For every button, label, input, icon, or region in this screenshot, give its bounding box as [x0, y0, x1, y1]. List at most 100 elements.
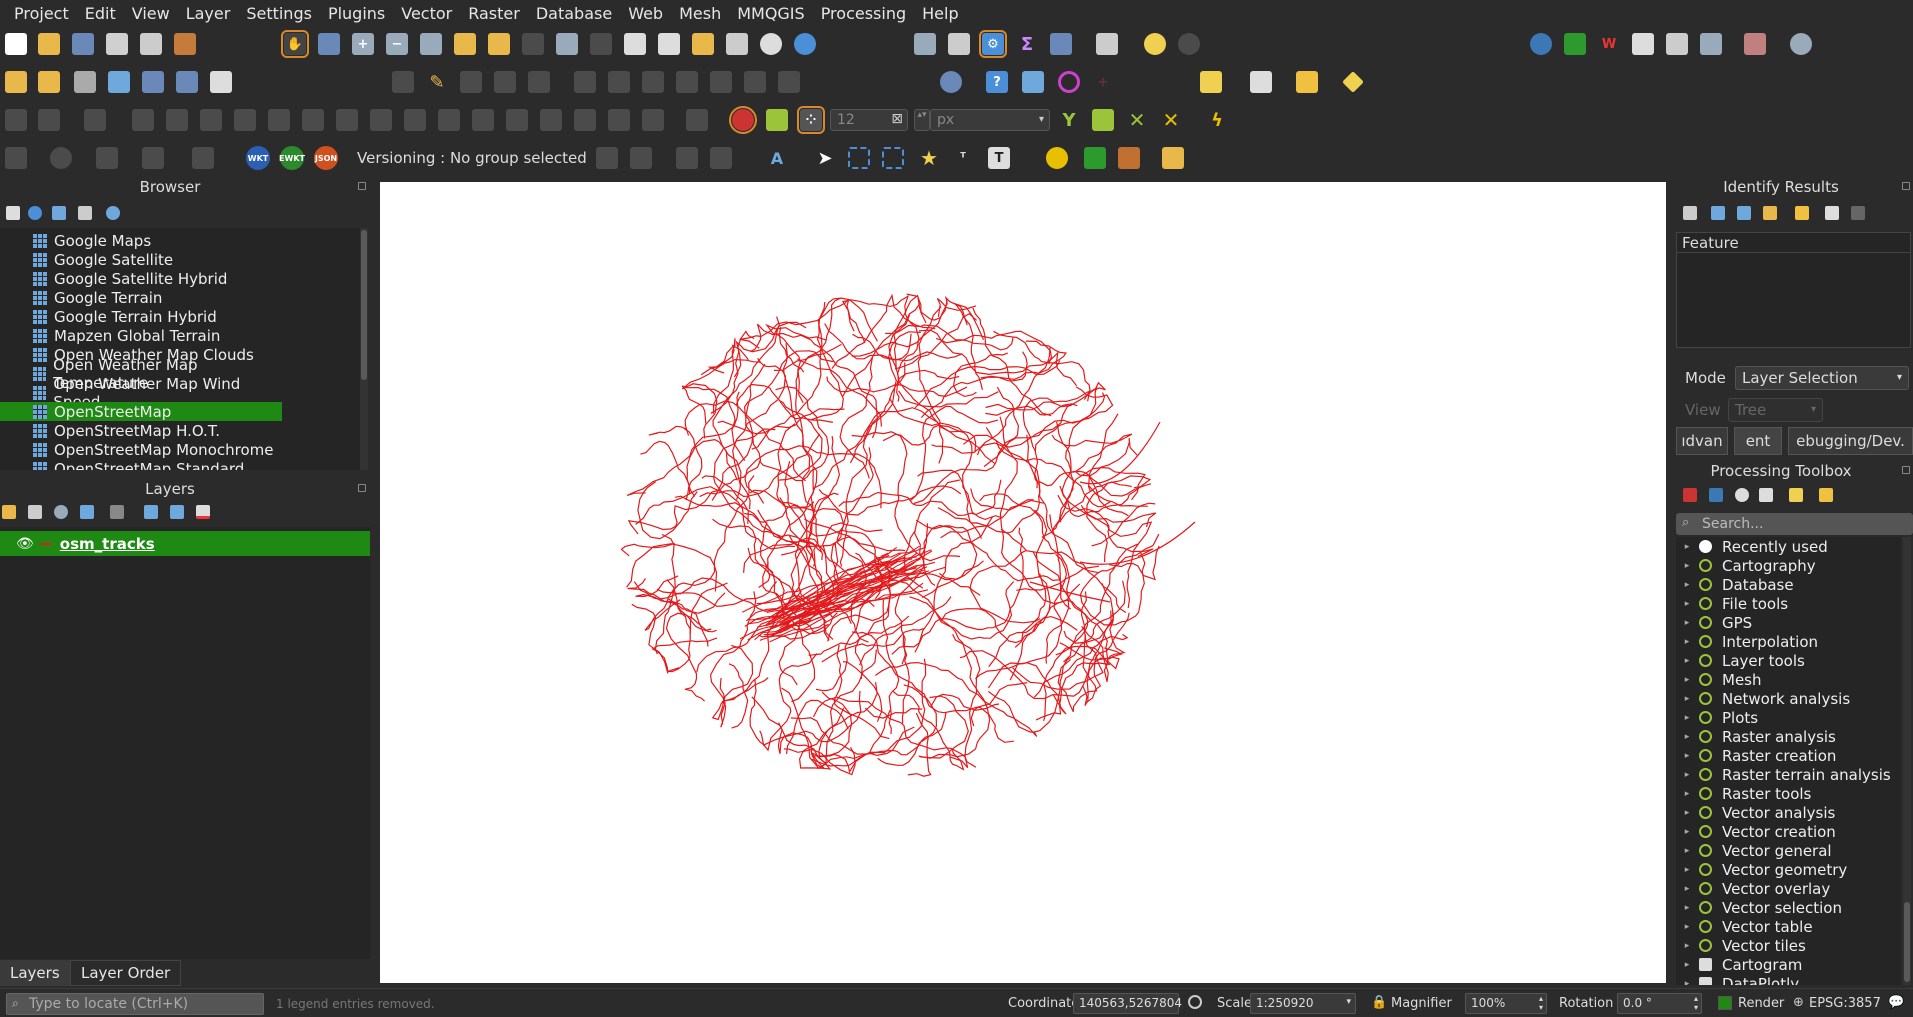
locator-search-input[interactable]: Type to locate (Ctrl+K)	[6, 993, 264, 1015]
expand-all-icon[interactable]	[144, 505, 158, 519]
reverse-line-icon[interactable]	[686, 109, 708, 131]
identify-features-icon[interactable]	[914, 33, 936, 55]
new-3d-map-icon[interactable]	[658, 33, 680, 55]
offset-point-icon[interactable]	[642, 109, 664, 131]
browser-item[interactable]: Google Terrain	[0, 288, 282, 307]
delete-selected-icon[interactable]	[608, 71, 630, 93]
toolbox-item[interactable]: ▸ Cartography	[1676, 556, 1901, 575]
browser-item[interactable]: Mapzen Global Terrain	[0, 326, 282, 345]
expand-arrow-icon[interactable]: ▸	[1679, 884, 1695, 894]
expand-arrow-icon[interactable]: ▸	[1679, 713, 1695, 723]
plugin-raster-icon[interactable]	[1744, 33, 1766, 55]
expand-arrow-icon[interactable]: ▸	[1679, 656, 1695, 666]
print-result-icon[interactable]	[1851, 206, 1865, 220]
select-diagrams-icon[interactable]	[882, 147, 904, 169]
add-mesh-layer-icon[interactable]	[176, 71, 198, 93]
new-map-view-icon[interactable]	[624, 33, 646, 55]
menu-layer[interactable]: Layer	[178, 4, 239, 23]
attribute-table-icon[interactable]	[1050, 33, 1072, 55]
menu-edit[interactable]: Edit	[77, 4, 124, 23]
expand-arrow-icon[interactable]: ▸	[1679, 599, 1695, 609]
deselect-all-icon[interactable]	[1296, 71, 1318, 93]
toolbox-item[interactable]: ▸ Vector table	[1676, 917, 1901, 936]
expand-arrow-icon[interactable]: ▸	[1679, 865, 1695, 875]
magnifier-spinbox[interactable]: 100% ▴ ▾	[1465, 993, 1547, 1014]
simplify-icon[interactable]	[200, 109, 222, 131]
new-layer-icon[interactable]	[38, 71, 60, 93]
add-polygon-icon[interactable]	[84, 109, 106, 131]
stepper-arrows-icon[interactable]: ▴ ▾	[1694, 994, 1698, 1012]
history-icon[interactable]	[1735, 488, 1749, 502]
current-edits-icon[interactable]	[392, 71, 414, 93]
zoom-last-icon[interactable]	[556, 33, 578, 55]
zoom-full-icon[interactable]	[420, 33, 442, 55]
delete-ring-icon[interactable]	[336, 109, 358, 131]
plugin-grid-icon[interactable]	[1666, 33, 1688, 55]
toolbox-search-input[interactable]	[1676, 513, 1913, 535]
split-features-icon[interactable]	[472, 109, 494, 131]
view-select[interactable]: Tree ▾	[1728, 398, 1823, 422]
menu-help[interactable]: Help	[914, 4, 966, 23]
plugin-bee-icon[interactable]	[1046, 147, 1068, 169]
manage-visibility-icon[interactable]	[54, 505, 68, 519]
versioning-branch-icon[interactable]	[710, 147, 732, 169]
remove-layer-icon[interactable]	[196, 505, 210, 519]
avoid-overlap-icon[interactable]	[1092, 109, 1114, 131]
browser-item[interactable]: OpenStreetMap Standard	[0, 459, 282, 470]
versioning-edit-icon[interactable]	[596, 147, 618, 169]
layer-row-osm-tracks[interactable]: 👁 osm_tracks	[0, 531, 370, 556]
scrollbar-thumb[interactable]	[361, 230, 367, 380]
data-source-manager-icon[interactable]	[5, 71, 27, 93]
annotation-text-icon[interactable]: T	[988, 147, 1010, 169]
python-console-icon[interactable]	[1530, 33, 1552, 55]
split-parts-icon[interactable]	[506, 109, 528, 131]
self-snapping-icon[interactable]: ✕	[1160, 108, 1182, 132]
tab-layers[interactable]: Layers	[0, 960, 70, 986]
ewkt-icon[interactable]: EWKT	[279, 146, 305, 170]
toolbox-item[interactable]: ▸ Vector general	[1676, 841, 1901, 860]
rotation-spinbox[interactable]: 0.0 ° ▴ ▾	[1617, 993, 1702, 1014]
add-selected-icon[interactable]	[6, 206, 20, 220]
expand-arrow-icon[interactable]: ▸	[1679, 618, 1695, 628]
snapping-magnet-icon[interactable]	[729, 106, 757, 134]
expand-tree-icon[interactable]	[1683, 206, 1697, 220]
browser-item[interactable]: Google Satellite Hybrid	[0, 269, 282, 288]
filter-legend-icon[interactable]	[80, 505, 94, 519]
messages-icon[interactable]: 💬	[1888, 995, 1904, 1010]
redo-icon[interactable]	[778, 71, 800, 93]
toolbox-item[interactable]: ▸ Vector overlay	[1676, 879, 1901, 898]
merge-attributes-icon[interactable]	[574, 109, 596, 131]
zoom-next-icon[interactable]	[590, 33, 612, 55]
versioning-commit-icon[interactable]	[676, 147, 698, 169]
browser-item[interactable]: OpenStreetMap H.O.T.	[0, 421, 282, 440]
scrollbar-thumb[interactable]	[1904, 902, 1910, 982]
crs-button[interactable]: EPSG:3857	[1809, 996, 1881, 1011]
toolbox-item[interactable]: ▸ Vector tiles	[1676, 936, 1901, 955]
profile-tool-icon[interactable]	[1564, 33, 1586, 55]
expand-arrow-icon[interactable]: ▸	[1679, 675, 1695, 685]
toolbox-item[interactable]: ▸ Vector selection	[1676, 898, 1901, 917]
create-layer-menu-icon[interactable]	[74, 71, 96, 93]
browser-scrollbar[interactable]	[360, 228, 368, 470]
modify-attributes-icon[interactable]	[574, 71, 596, 93]
quick-osm-icon[interactable]	[1084, 147, 1106, 169]
merge-features-icon[interactable]	[540, 109, 562, 131]
temporal-controller-icon[interactable]	[760, 33, 782, 55]
zoom-to-layer-icon[interactable]	[488, 33, 510, 55]
browser-item[interactable]: OpenStreetMap Monochrome	[0, 440, 282, 459]
expand-arrow-icon[interactable]: ▸	[1679, 808, 1695, 818]
topological-editing-icon[interactable]: Y	[1058, 109, 1080, 131]
stepper-arrows-icon[interactable]: ▴ ▾	[1539, 994, 1543, 1012]
visibility-eye-icon[interactable]: 👁	[16, 536, 34, 552]
json-icon[interactable]: JSON	[314, 146, 338, 170]
toolbox-item[interactable]: ▸ Network analysis	[1676, 689, 1901, 708]
map-canvas[interactable]	[380, 182, 1666, 983]
identify-plugin-icon[interactable]	[5, 147, 27, 169]
style-manager-icon[interactable]	[174, 33, 196, 55]
snapping-vertex-icon[interactable]: ⁘	[797, 106, 825, 134]
crs-globe-icon[interactable]: ⊕	[1793, 995, 1804, 1010]
versioning-checkout-icon[interactable]	[630, 147, 652, 169]
add-line-icon[interactable]	[38, 109, 60, 131]
coordinate-field[interactable]: 140563,5267804	[1073, 993, 1182, 1014]
expand-arrow-icon[interactable]: ▸	[1679, 561, 1695, 571]
